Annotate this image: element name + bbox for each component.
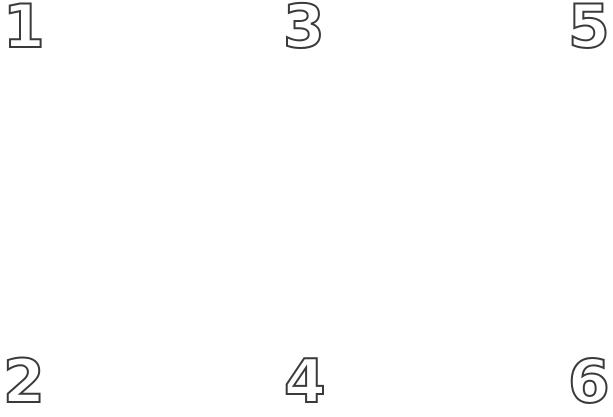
number-three: 3: [282, 0, 326, 62]
number-six: 6: [567, 347, 611, 417]
number-four: 4: [283, 347, 327, 417]
number-five: 5: [567, 0, 611, 62]
number-grid-canvas: 1 3 5 2 4 6: [0, 0, 613, 413]
number-one: 1: [2, 0, 46, 62]
number-two: 2: [2, 347, 46, 417]
